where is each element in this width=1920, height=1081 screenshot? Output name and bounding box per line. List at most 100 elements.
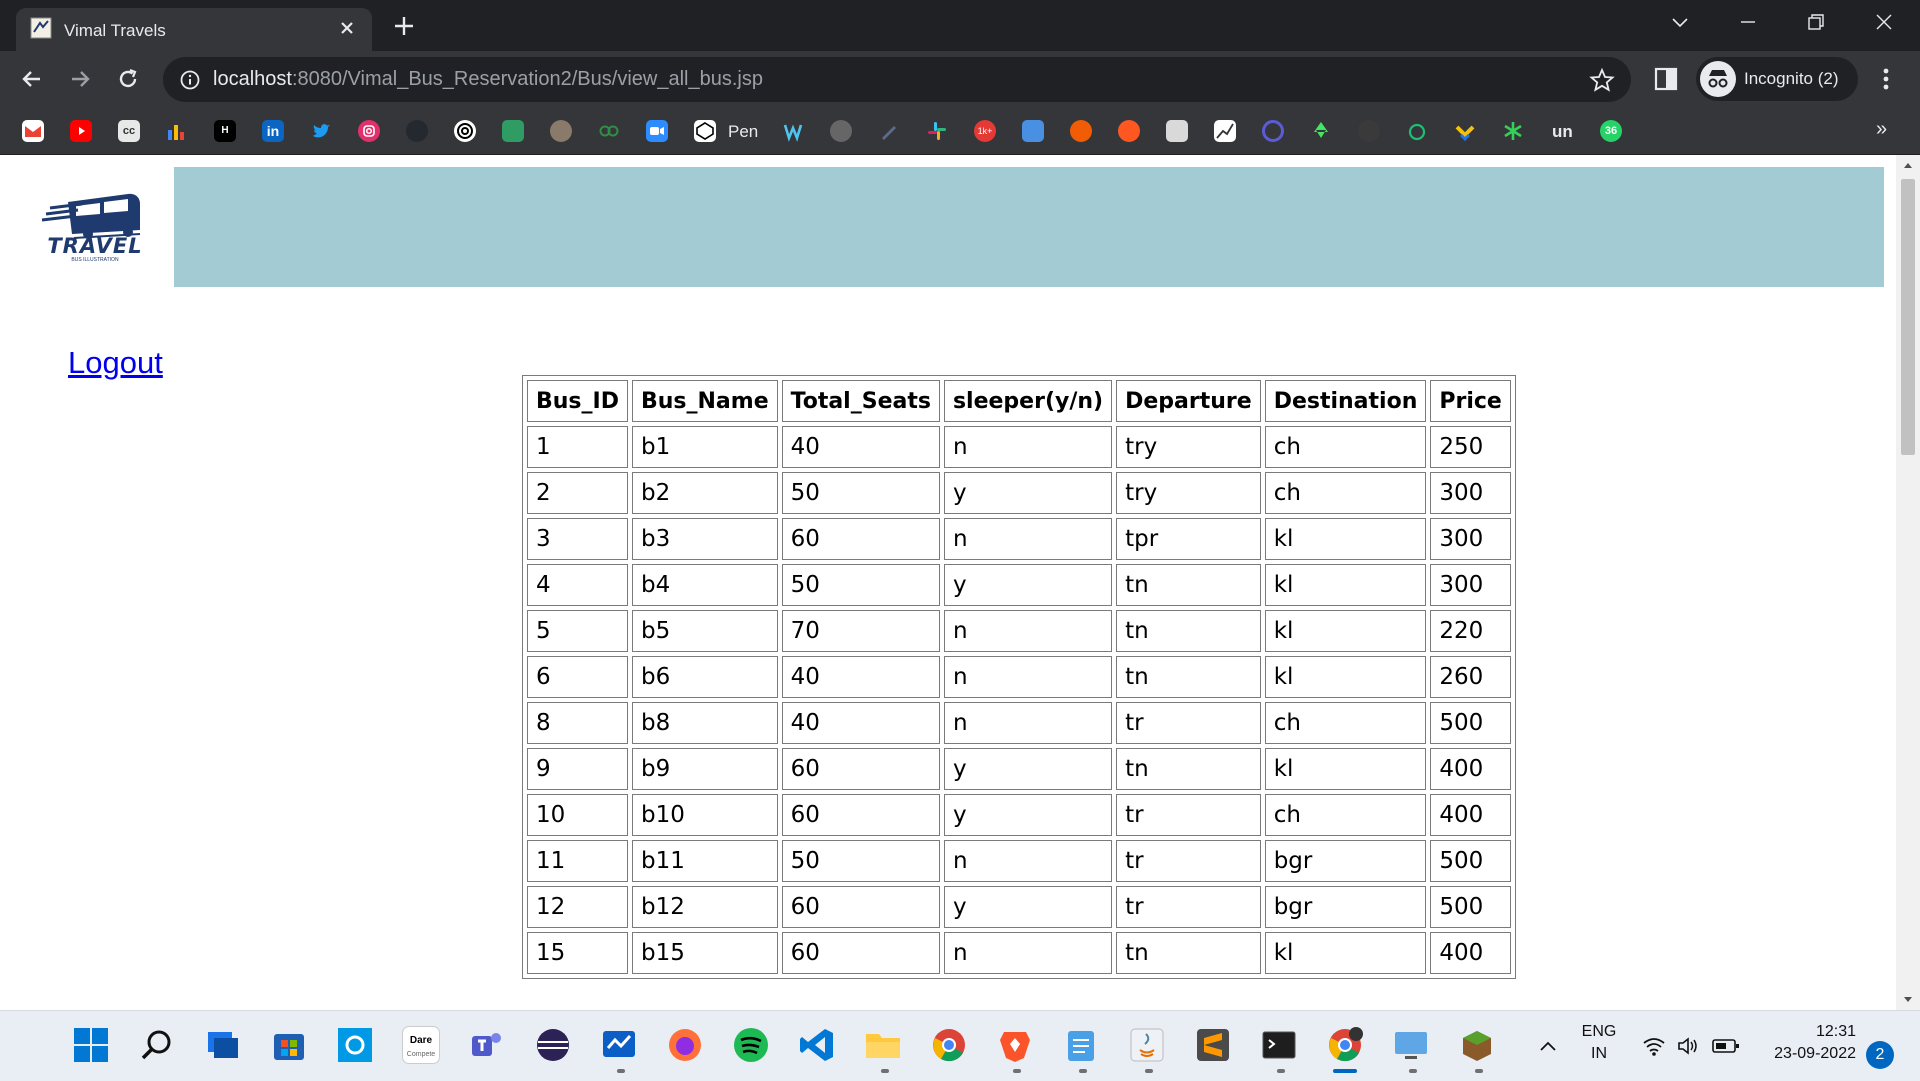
notification-badge[interactable]: 2 — [1866, 1041, 1894, 1069]
spiral-icon[interactable] — [454, 120, 476, 142]
more-bookmarks-icon[interactable]: » — [1876, 118, 1887, 141]
minecraft-icon[interactable] — [1458, 1026, 1496, 1064]
incognito-profile-button[interactable]: Incognito (2) — [1696, 57, 1858, 101]
reload-icon[interactable] — [114, 65, 142, 93]
running-indicator — [617, 1069, 625, 1073]
document-icon[interactable] — [1166, 120, 1188, 142]
slack-icon[interactable] — [926, 120, 948, 142]
hashnode-icon[interactable]: H — [214, 120, 236, 142]
firefox-icon[interactable] — [666, 1026, 704, 1064]
clock[interactable]: 12:31 23-09-2022 — [1752, 1023, 1856, 1063]
1k-badge-icon[interactable]: 1k+ — [974, 120, 996, 142]
terminal-icon[interactable] — [1260, 1026, 1298, 1064]
dark-app-icon[interactable] — [1358, 120, 1380, 142]
table-cell: tn — [1116, 610, 1261, 652]
show-hidden-icons-chevron-icon[interactable] — [1538, 1039, 1558, 1053]
vscode-icon[interactable] — [798, 1026, 836, 1064]
language-indicator[interactable]: ENG IN — [1578, 1023, 1620, 1063]
bookmark-pen-label[interactable]: Pen — [728, 122, 758, 142]
close-window-button[interactable] — [1850, 0, 1918, 44]
gmail-icon[interactable] — [22, 120, 44, 142]
table-row: 9 b9 60 y tn kl 400 — [527, 748, 1511, 790]
table-cell: bgr — [1264, 886, 1427, 928]
dare2compete-icon[interactable]: Dare Compete — [402, 1026, 440, 1064]
asterisk-icon[interactable] — [1502, 120, 1524, 142]
back-arrow-icon[interactable] — [18, 65, 46, 93]
linkedin-icon[interactable]: in — [262, 120, 284, 142]
java-icon[interactable] — [1128, 1026, 1166, 1064]
chrome-icon[interactable] — [930, 1026, 968, 1064]
logout-link[interactable]: Logout — [68, 345, 163, 381]
table-cell: ch — [1264, 426, 1427, 468]
incognito-icon — [1700, 61, 1736, 97]
bookmark-un-label[interactable]: un — [1552, 122, 1573, 142]
brave-icon[interactable] — [996, 1026, 1034, 1064]
teams-icon[interactable] — [468, 1026, 506, 1064]
orange-app-icon[interactable] — [1118, 120, 1140, 142]
table-cell: 300 — [1430, 564, 1511, 606]
scroll-up-arrow-icon[interactable] — [1903, 161, 1913, 169]
scroll-down-arrow-icon[interactable] — [1903, 996, 1913, 1004]
page-scrollbar[interactable] — [1896, 155, 1920, 1010]
new-tab-icon[interactable] — [390, 12, 418, 40]
forward-arrow-icon[interactable] — [66, 65, 94, 93]
tiles-icon[interactable] — [1022, 120, 1044, 142]
bookmark-star-icon[interactable] — [1589, 67, 1615, 93]
fiverr-icon[interactable] — [1406, 120, 1428, 142]
cortana-app-icon[interactable] — [336, 1026, 374, 1064]
table-row: 15 b15 60 n tn kl 400 — [527, 932, 1511, 974]
github-icon[interactable] — [406, 120, 428, 142]
twitter-icon[interactable] — [310, 120, 332, 142]
microsoft-store-icon[interactable] — [270, 1026, 308, 1064]
chrome-incognito-icon[interactable] — [1326, 1026, 1364, 1064]
table-cell: b9 — [631, 748, 778, 790]
tree-icon[interactable] — [1310, 120, 1332, 142]
windows-start-icon[interactable] — [72, 1026, 110, 1064]
minimize-button[interactable] — [1714, 0, 1782, 44]
sublime-text-icon[interactable] — [1194, 1026, 1232, 1064]
cc-icon[interactable]: cc — [118, 120, 140, 142]
scroll-thumb[interactable] — [1901, 179, 1915, 455]
close-tab-icon[interactable] — [336, 17, 358, 39]
url-text[interactable]: localhost:8080/Vimal_Bus_Reservation2/Bu… — [213, 68, 763, 91]
restore-button[interactable] — [1782, 0, 1850, 44]
whiteboard-icon[interactable] — [600, 1026, 638, 1064]
volume-icon[interactable] — [1676, 1035, 1700, 1057]
codepen-icon[interactable] — [694, 120, 716, 142]
header-banner — [174, 167, 1884, 287]
blogger-icon[interactable] — [1070, 120, 1092, 142]
address-bar[interactable]: localhost:8080/Vimal_Bus_Reservation2/Bu… — [163, 57, 1631, 102]
task-view-icon[interactable] — [204, 1026, 242, 1064]
site-info-icon[interactable] — [179, 69, 201, 91]
webflow-icon[interactable] — [782, 120, 804, 142]
search-icon[interactable] — [138, 1026, 176, 1064]
pencil-icon[interactable] — [878, 120, 900, 142]
eclipse-icon[interactable] — [534, 1026, 572, 1064]
globe-icon[interactable] — [830, 120, 852, 142]
tab-search-button[interactable] — [1646, 0, 1714, 44]
notepad-icon[interactable] — [1062, 1026, 1100, 1064]
youtube-icon[interactable] — [70, 120, 92, 142]
minimize-icon — [1741, 21, 1755, 23]
whatsapp-badge-icon[interactable]: 36 — [1600, 120, 1622, 142]
zoom-icon[interactable] — [646, 120, 668, 142]
chevron-app-icon[interactable] — [1454, 120, 1476, 142]
table-cell: 3 — [527, 518, 628, 560]
tab-vimal-travels[interactable]: Vimal Travels — [16, 8, 372, 51]
spotify-icon[interactable] — [732, 1026, 770, 1064]
avatar-bookmark-icon[interactable] — [550, 120, 572, 142]
wifi-icon[interactable] — [1642, 1035, 1666, 1057]
chart-bookmark-icon[interactable] — [1214, 120, 1236, 142]
table-row: 4 b4 50 y tn kl 300 — [527, 564, 1511, 606]
battery-icon[interactable] — [1712, 1037, 1740, 1055]
file-explorer-icon[interactable] — [864, 1026, 902, 1064]
browser-menu-icon[interactable] — [1874, 65, 1898, 93]
ring-icon[interactable] — [1262, 120, 1284, 142]
bookmarks-bar: cc H in Pen 1k+ un 36 » — [0, 108, 1920, 155]
side-panel-icon[interactable] — [1653, 66, 1679, 92]
geeksforgeeks-icon[interactable] — [598, 120, 620, 142]
analytics-icon[interactable] — [166, 120, 188, 142]
green-app-icon[interactable] — [502, 120, 524, 142]
instagram-icon[interactable] — [358, 120, 380, 142]
remote-desktop-icon[interactable] — [1392, 1026, 1430, 1064]
